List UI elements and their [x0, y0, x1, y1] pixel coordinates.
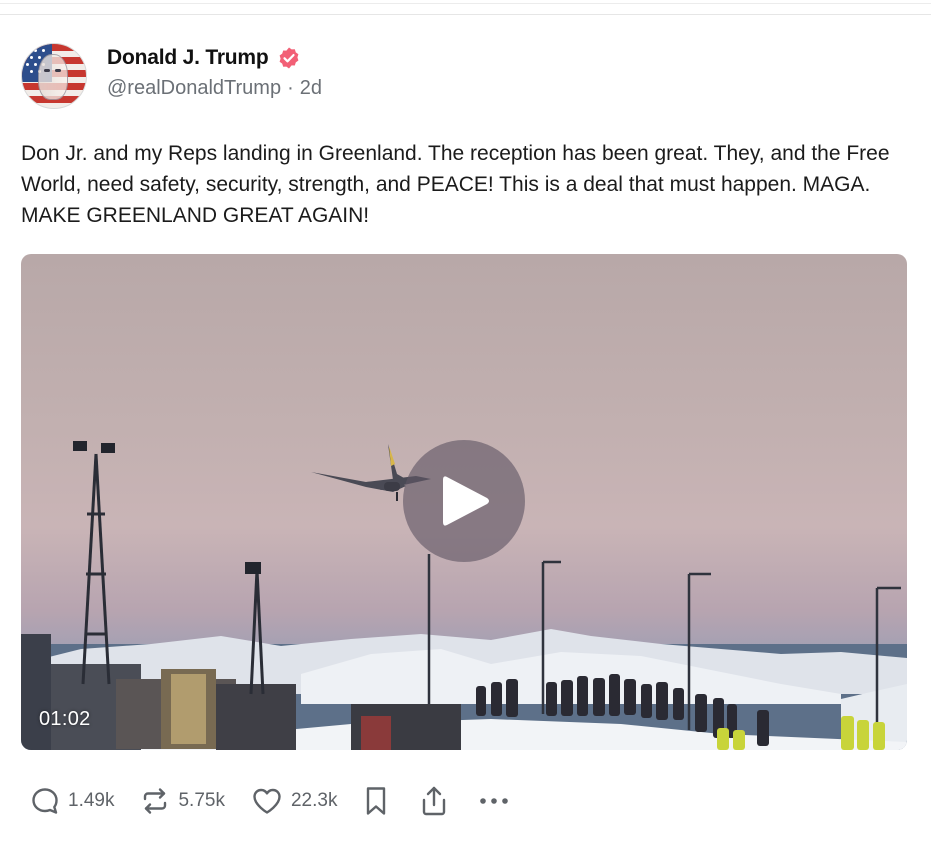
reply-button[interactable]: 1.49k — [30, 786, 114, 816]
post-header: Donald J. Trump @realDonaldTrump · 2d — [21, 40, 909, 110]
repost-count: 5.75k — [178, 790, 225, 811]
top-divider — [0, 0, 931, 15]
like-count: 22.3k — [290, 790, 338, 811]
repost-icon — [144, 788, 167, 814]
display-name[interactable]: Donald J. Trump — [107, 46, 269, 70]
avatar-face — [38, 54, 68, 100]
reply-count: 1.49k — [68, 790, 115, 811]
bookmark-button[interactable] — [363, 785, 389, 817]
author-names: Donald J. Trump @realDonaldTrump · 2d — [107, 43, 322, 100]
play-icon — [443, 476, 489, 526]
repost-button[interactable]: 5.75k — [140, 786, 225, 816]
display-name-row: Donald J. Trump — [107, 43, 322, 73]
post-text: Don Jr. and my Reps landing in Greenland… — [21, 142, 890, 227]
reply-icon — [32, 788, 58, 814]
like-button[interactable]: 22.3k — [251, 786, 337, 816]
post-age[interactable]: 2d — [300, 77, 322, 99]
more-button[interactable] — [479, 796, 509, 806]
handle-row: @realDonaldTrump · 2d — [107, 77, 322, 100]
post-card: Donald J. Trump @realDonaldTrump · 2d Don … — [21, 40, 909, 227]
action-bar: 1.49k 5.75k 22.3k — [30, 782, 539, 820]
handle[interactable]: @realDonaldTrump — [107, 77, 281, 99]
verified-badge-icon — [279, 47, 298, 69]
heart-icon — [253, 788, 281, 814]
bookmark-icon — [367, 787, 386, 815]
separator-dot: · — [287, 77, 294, 99]
video-player[interactable]: 01:02 — [21, 254, 907, 750]
avatar[interactable] — [21, 43, 87, 109]
more-icon — [480, 798, 509, 804]
share-button[interactable] — [419, 785, 449, 817]
play-button[interactable] — [403, 440, 525, 562]
video-duration: 01:02 — [39, 708, 91, 730]
share-icon — [423, 786, 446, 816]
